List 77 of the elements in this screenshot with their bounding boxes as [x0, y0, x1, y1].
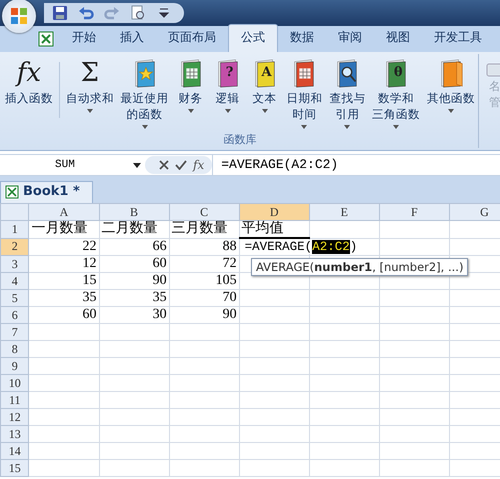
ribbon-tab[interactable]: 视图 — [374, 25, 422, 52]
row-header[interactable]: 5 — [0, 290, 29, 306]
ribbon-button[interactable]: 最近使用 的函数 — [118, 54, 172, 132]
table-cell: 15 — [82, 273, 97, 288]
column-header[interactable]: F — [379, 204, 450, 220]
row-header[interactable]: 1 — [0, 220, 29, 238]
ribbon-button[interactable]: ? 逻辑 — [210, 54, 246, 132]
row-header[interactable]: 13 — [0, 426, 29, 442]
ribbon-tab[interactable]: 开始 — [60, 25, 108, 52]
dropdown-icon[interactable] — [133, 162, 141, 168]
ribbon-button[interactable]: 财务 — [172, 54, 209, 132]
workbook-icon — [5, 184, 19, 198]
table-cell: 60 — [152, 256, 167, 271]
table-cell: 72 — [222, 256, 237, 271]
table-cell: 一月数量 — [31, 221, 88, 236]
column-header[interactable]: D — [239, 204, 310, 220]
table-cell: 60 — [82, 307, 97, 322]
ribbon-button[interactable]: A 文本 — [246, 54, 283, 132]
row-header[interactable]: 12 — [0, 408, 29, 426]
table-cell: 90 — [152, 273, 167, 288]
table-cell: 22 — [82, 238, 97, 254]
table-cell: 12 — [82, 256, 97, 271]
office-button[interactable] — [2, 0, 36, 33]
ribbon-tab[interactable]: 插入 — [108, 25, 156, 52]
table-cell: 30 — [152, 307, 167, 322]
row-header[interactable]: 10 — [0, 374, 29, 392]
column-header[interactable]: A — [28, 204, 100, 220]
table-cell: 90 — [222, 307, 237, 322]
table-cell: 66 — [152, 238, 167, 254]
row-header[interactable]: 15 — [0, 460, 29, 476]
ribbon-button[interactable]: Σ 自动求和 — [62, 54, 117, 132]
cancel-icon[interactable] — [159, 160, 169, 170]
ribbon-tab[interactable]: 页面布局 — [156, 25, 228, 52]
table-cell: 105 — [216, 273, 237, 288]
table-cell: 70 — [222, 290, 237, 305]
ribbon-tab[interactable]: 开发工具 — [422, 25, 494, 52]
column-header[interactable]: G — [449, 204, 500, 220]
row-header[interactable]: 4 — [0, 272, 29, 290]
save-icon[interactable] — [52, 5, 68, 21]
ribbon-button[interactable]: 其他函数 — [424, 54, 478, 132]
ribbon-tab[interactable]: 公式 — [228, 24, 278, 52]
undo-icon[interactable] — [78, 5, 94, 21]
row-header[interactable]: 9 — [0, 358, 29, 374]
row-header[interactable]: 3 — [0, 256, 29, 272]
function-icon: fx — [16, 56, 42, 90]
ribbon-button[interactable]: θ 数学和 三角函数 — [369, 54, 424, 132]
insert-function-button[interactable]: fx — [193, 158, 204, 172]
table-cell: 二月数量 — [102, 221, 158, 236]
excel-icon — [38, 31, 54, 47]
table-cell: 35 — [82, 290, 97, 305]
table-cell: 平均值 — [242, 221, 284, 236]
function-icon: Σ — [80, 56, 99, 90]
office-logo-icon — [9, 6, 29, 26]
column-header[interactable]: B — [99, 204, 170, 220]
ribbon-button[interactable]: 查找与 引用 — [326, 54, 368, 132]
ribbon-tab[interactable]: 数据 — [278, 25, 326, 52]
row-header[interactable]: 2 — [0, 238, 29, 256]
row-header[interactable]: 14 — [0, 442, 29, 460]
row-header[interactable]: 11 — [0, 392, 29, 408]
function-tooltip: AVERAGE(number1, [number2], ...) — [251, 258, 468, 276]
table-cell: 三月数量 — [172, 221, 228, 236]
row-header[interactable]: 8 — [0, 340, 29, 358]
table-cell: 88 — [222, 238, 237, 254]
column-header[interactable]: C — [169, 204, 240, 220]
check-icon[interactable] — [175, 160, 187, 170]
row-header[interactable]: 7 — [0, 324, 29, 340]
row-header[interactable]: 6 — [0, 306, 29, 324]
workbook-tab[interactable]: Book1 * — [0, 181, 93, 203]
ribbon-button[interactable]: fx 插入函数 — [2, 54, 56, 132]
column-header[interactable]: E — [309, 204, 380, 220]
formula-field[interactable]: =AVERAGE(A2:C2) — [212, 155, 500, 175]
ribbon-tab[interactable]: 审阅 — [326, 25, 374, 52]
table-cell: 35 — [152, 290, 167, 305]
group-label: 函数库 — [222, 132, 258, 148]
ribbon-button[interactable]: 日期和 时间 — [284, 54, 326, 132]
print-preview-icon[interactable] — [130, 5, 146, 21]
name-box[interactable]: SUM — [0, 159, 145, 171]
